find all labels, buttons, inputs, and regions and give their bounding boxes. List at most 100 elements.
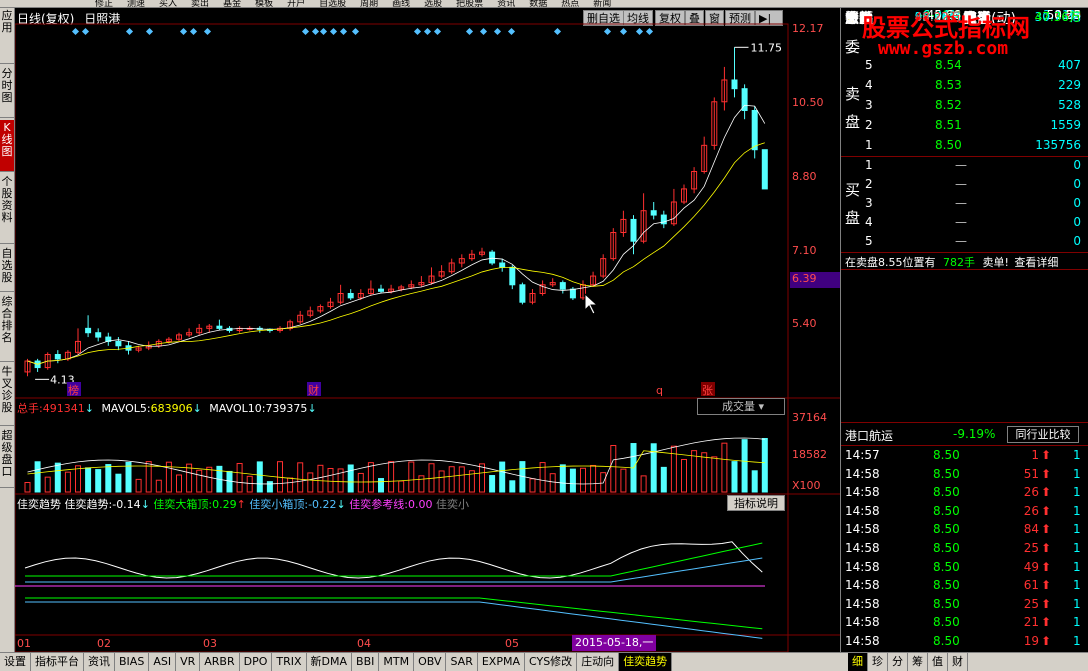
- indicator-help-button[interactable]: 指标说明: [727, 495, 785, 511]
- candle: [256, 326, 263, 333]
- tick-price: 8.50: [933, 466, 960, 481]
- indicator-tab[interactable]: 庄动向: [577, 653, 620, 671]
- top-menu-item[interactable]: 基金: [223, 0, 241, 7]
- left-tab-0[interactable]: 应用: [0, 8, 14, 64]
- quote-tab[interactable]: 财: [948, 653, 968, 671]
- top-menu-item[interactable]: 画线: [392, 0, 410, 7]
- indicator-tab[interactable]: 资讯: [84, 653, 115, 671]
- volume-bar: [691, 450, 698, 493]
- tick-price: 8.50: [933, 559, 960, 574]
- left-tab-4[interactable]: 自选股: [0, 246, 14, 292]
- top-menu-item[interactable]: 自选股: [319, 0, 346, 7]
- indicator-tab[interactable]: CYS修改: [525, 653, 578, 671]
- price-axis-label: 8.80: [792, 170, 817, 183]
- volume-bar: [206, 466, 213, 493]
- top-menu-item[interactable]: 新闻: [593, 0, 611, 7]
- top-menu-item[interactable]: 选股: [424, 0, 442, 7]
- volume-indicator-dropdown[interactable]: 成交量 ▾: [697, 398, 785, 415]
- signal-diamond: [311, 27, 320, 36]
- left-tab-2[interactable]: K线图: [0, 120, 14, 172]
- event-mark[interactable]: q: [655, 382, 669, 397]
- left-tab-1[interactable]: 分时图: [0, 66, 14, 118]
- event-mark[interactable]: 榜: [67, 382, 81, 397]
- chart-area[interactable]: 日线(复权) 日照港 删自选 均线 复权叠窗预测 ▶| 11.75 4.13 榜财 q 张 1…: [15, 8, 840, 652]
- quote-tab[interactable]: 筹: [908, 653, 928, 671]
- volume-bar: [246, 475, 253, 493]
- left-tab-7[interactable]: 超级盘口: [0, 428, 14, 488]
- signal-diamond: [81, 27, 90, 36]
- top-menu-item[interactable]: 卖出: [191, 0, 209, 7]
- top-menu-item[interactable]: 数据: [529, 0, 547, 7]
- up-arrow-icon: ⬆: [1041, 541, 1052, 555]
- quote-tab[interactable]: 分: [888, 653, 908, 671]
- indicator-tab[interactable]: VR: [176, 653, 201, 671]
- top-menu-item[interactable]: 测速: [127, 0, 145, 7]
- top-menu-item[interactable]: 模板: [255, 0, 273, 7]
- signal-diamond: [125, 27, 134, 36]
- indicator-tab[interactable]: MTM: [379, 653, 415, 671]
- event-mark[interactable]: 财: [307, 382, 321, 397]
- view-detail-link[interactable]: 查看详细: [1014, 256, 1058, 269]
- buy-volume: 0: [1073, 234, 1081, 248]
- indicator-tab[interactable]: 新DMA: [307, 653, 353, 671]
- tick-time: 14:58: [845, 485, 880, 500]
- signal-diamond: [553, 27, 562, 36]
- indicator-tab[interactable]: 设置: [0, 653, 31, 671]
- sell-volume: 528: [1058, 98, 1081, 112]
- indicator-tab[interactable]: ASI: [149, 653, 177, 671]
- tick-price: 8.50: [933, 596, 960, 611]
- indicator-tab[interactable]: DPO: [240, 653, 273, 671]
- tick-price: 8.50: [933, 541, 960, 555]
- indicator-tab[interactable]: OBV: [414, 653, 447, 671]
- tick-price: 8.50: [933, 485, 960, 500]
- kline-chart-canvas[interactable]: 11.754.13榜财 q 张: [15, 8, 840, 652]
- top-menu-item[interactable]: 开户: [287, 0, 305, 7]
- candle: [660, 210, 667, 229]
- candle: [196, 324, 203, 335]
- industry-compare-button[interactable]: 同行业比较: [1007, 426, 1079, 443]
- indicator-tab[interactable]: EXPMA: [478, 653, 525, 671]
- ind-lower-line-2: [25, 601, 763, 639]
- buy-level: 5: [865, 234, 873, 248]
- candle: [670, 188, 677, 226]
- signal-diamond: [635, 27, 644, 36]
- ind-l5-label: 佳奕小: [435, 498, 469, 511]
- indicator-tab[interactable]: ARBR: [200, 653, 240, 671]
- quote-tab[interactable]: 珍: [868, 653, 888, 671]
- tick-volume: 25: [1023, 541, 1039, 555]
- top-menu-item[interactable]: 把股票: [456, 0, 483, 7]
- candle: [620, 210, 627, 237]
- candle: [630, 215, 637, 255]
- left-tab-5[interactable]: 综合排名: [0, 294, 14, 362]
- left-tab-3[interactable]: 个股资料: [0, 174, 14, 244]
- volume-bar: [236, 462, 243, 493]
- volume-bar: [54, 462, 61, 493]
- top-menu-item[interactable]: 买入: [159, 0, 177, 7]
- sector-name[interactable]: 港口航运: [845, 427, 893, 444]
- candle: [559, 280, 566, 294]
- indicator-tab[interactable]: BBI: [352, 653, 380, 671]
- top-menu-item[interactable]: 热点: [561, 0, 579, 7]
- signal-diamond: [351, 27, 360, 36]
- quote-tab[interactable]: 细: [848, 653, 868, 671]
- indicator-tab[interactable]: 佳奕趋势: [619, 653, 673, 671]
- indicator-tab[interactable]: SAR: [446, 653, 478, 671]
- volume-bar: [266, 481, 273, 493]
- top-menu-item[interactable]: 修正: [95, 0, 113, 7]
- quote-tab[interactable]: 值: [928, 653, 948, 671]
- left-tab-6[interactable]: 牛叉诊股: [0, 364, 14, 426]
- top-menu-item[interactable]: 周期: [360, 0, 378, 7]
- volume-bar: [135, 478, 142, 493]
- indicator-tab[interactable]: 指标平台: [31, 653, 84, 671]
- candle: [751, 106, 758, 159]
- event-mark[interactable]: 张: [701, 382, 715, 397]
- candle: [681, 184, 687, 205]
- indicator-tab[interactable]: TRIX: [272, 653, 307, 671]
- indicator-tab[interactable]: BIAS: [115, 653, 150, 671]
- volume-bar: [256, 461, 263, 493]
- signal-diamond: [413, 27, 422, 36]
- sell-volume: 1559: [1050, 118, 1081, 132]
- top-menu-item[interactable]: 资讯: [497, 0, 515, 7]
- volume-bar: [711, 456, 718, 493]
- buy-volume: 0: [1073, 177, 1081, 191]
